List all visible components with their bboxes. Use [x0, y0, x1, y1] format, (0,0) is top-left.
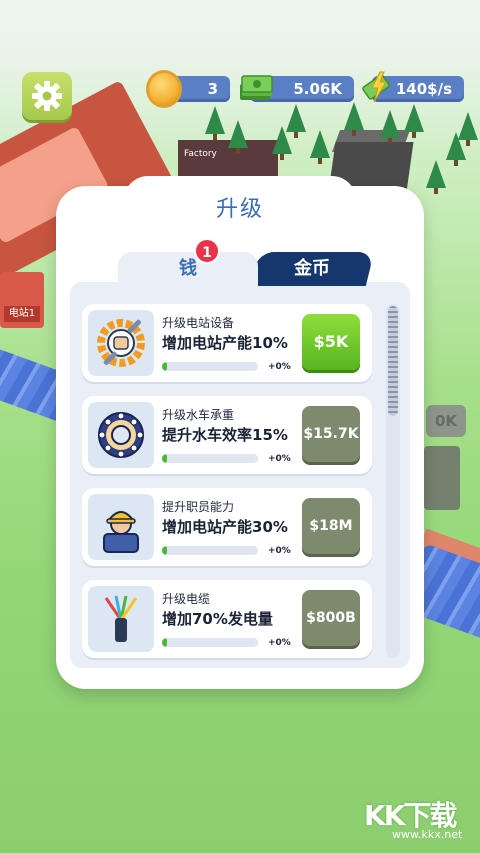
card-icon-box	[88, 310, 154, 376]
notification-badge: 1	[194, 238, 220, 264]
card-title: 升级电站设备	[162, 316, 235, 330]
settings-button[interactable]	[22, 72, 72, 120]
progress-fill	[162, 638, 167, 647]
card-title: 提升职员能力	[162, 500, 235, 514]
progress-fill	[162, 454, 167, 463]
progress-percent: +0%	[268, 638, 291, 648]
gear-icon	[32, 81, 62, 111]
buy-upgrade-button[interactable]: $15.7K	[302, 406, 360, 462]
buy-upgrade-button[interactable]: $18M	[302, 498, 360, 554]
progress-percent: +0%	[268, 454, 291, 464]
card-title: 升级电缆	[162, 592, 211, 606]
cash-stack-icon	[240, 75, 273, 100]
upgrade-list-scrollbar[interactable]	[386, 304, 400, 658]
coin-icon	[146, 70, 182, 108]
tree	[205, 106, 225, 140]
progress-bar	[162, 362, 258, 371]
card-icon-box	[88, 494, 154, 560]
income-rate-icon	[362, 71, 390, 103]
card-icon-box	[88, 402, 154, 468]
tree	[310, 130, 330, 164]
tab-money[interactable]: 钱	[118, 252, 258, 286]
tree	[380, 110, 400, 144]
tab-gold-label: 金币	[294, 258, 330, 279]
card-icon-box	[88, 586, 154, 652]
progress-percent: +0%	[268, 362, 291, 372]
tree	[228, 120, 248, 154]
progress-bar	[162, 638, 258, 647]
power-station-sign: 电站1	[4, 306, 40, 322]
hidden-price-tag: 0K	[426, 405, 466, 437]
tree	[404, 104, 424, 138]
bearing-icon	[98, 412, 144, 458]
scrollbar-thumb[interactable]	[388, 306, 398, 416]
tab-gold[interactable]: 金币	[249, 252, 375, 286]
buy-upgrade-button[interactable]: $5K	[302, 314, 360, 370]
upgrade-card-cable: 升级电缆 增加70%发电量 +0% $800B	[82, 580, 372, 658]
card-description: 增加电站产能30%	[162, 518, 288, 536]
cable-icon	[104, 595, 138, 642]
progress-bar	[162, 546, 258, 555]
gear-wrench-icon	[97, 319, 145, 367]
card-description: 提升水车效率15%	[162, 426, 288, 444]
progress-percent: +0%	[268, 546, 291, 556]
tab-money-label: 钱	[179, 258, 197, 279]
watermark-url: www.kkx.net	[392, 828, 463, 841]
tree	[344, 102, 364, 136]
upgrade-card-staff: 提升职员能力 增加电站产能30% +0% $18M	[82, 488, 372, 566]
tree	[458, 112, 478, 146]
upgrade-card-waterwheel: 升级水车承重 提升水车效率15% +0% $15.7K	[82, 396, 372, 474]
upgrade-card-equipment: 升级电站设备 增加电站产能10% +0% $5K	[82, 304, 372, 382]
card-title: 升级水车承重	[162, 408, 235, 422]
watermark: KK下载 www.kkx.net	[364, 794, 474, 844]
tree	[426, 160, 446, 194]
buy-upgrade-button[interactable]: $800B	[302, 590, 360, 646]
factory-sign: Factory	[184, 149, 217, 159]
worker-icon	[103, 511, 139, 553]
card-description: 增加电站产能10%	[162, 334, 288, 352]
progress-bar	[162, 454, 258, 463]
progress-fill	[162, 546, 167, 555]
card-description: 增加70%发电量	[162, 610, 273, 628]
tree	[286, 104, 306, 138]
panel-title: 升级	[215, 197, 264, 222]
progress-fill	[162, 362, 167, 371]
hidden-structure	[424, 446, 460, 510]
